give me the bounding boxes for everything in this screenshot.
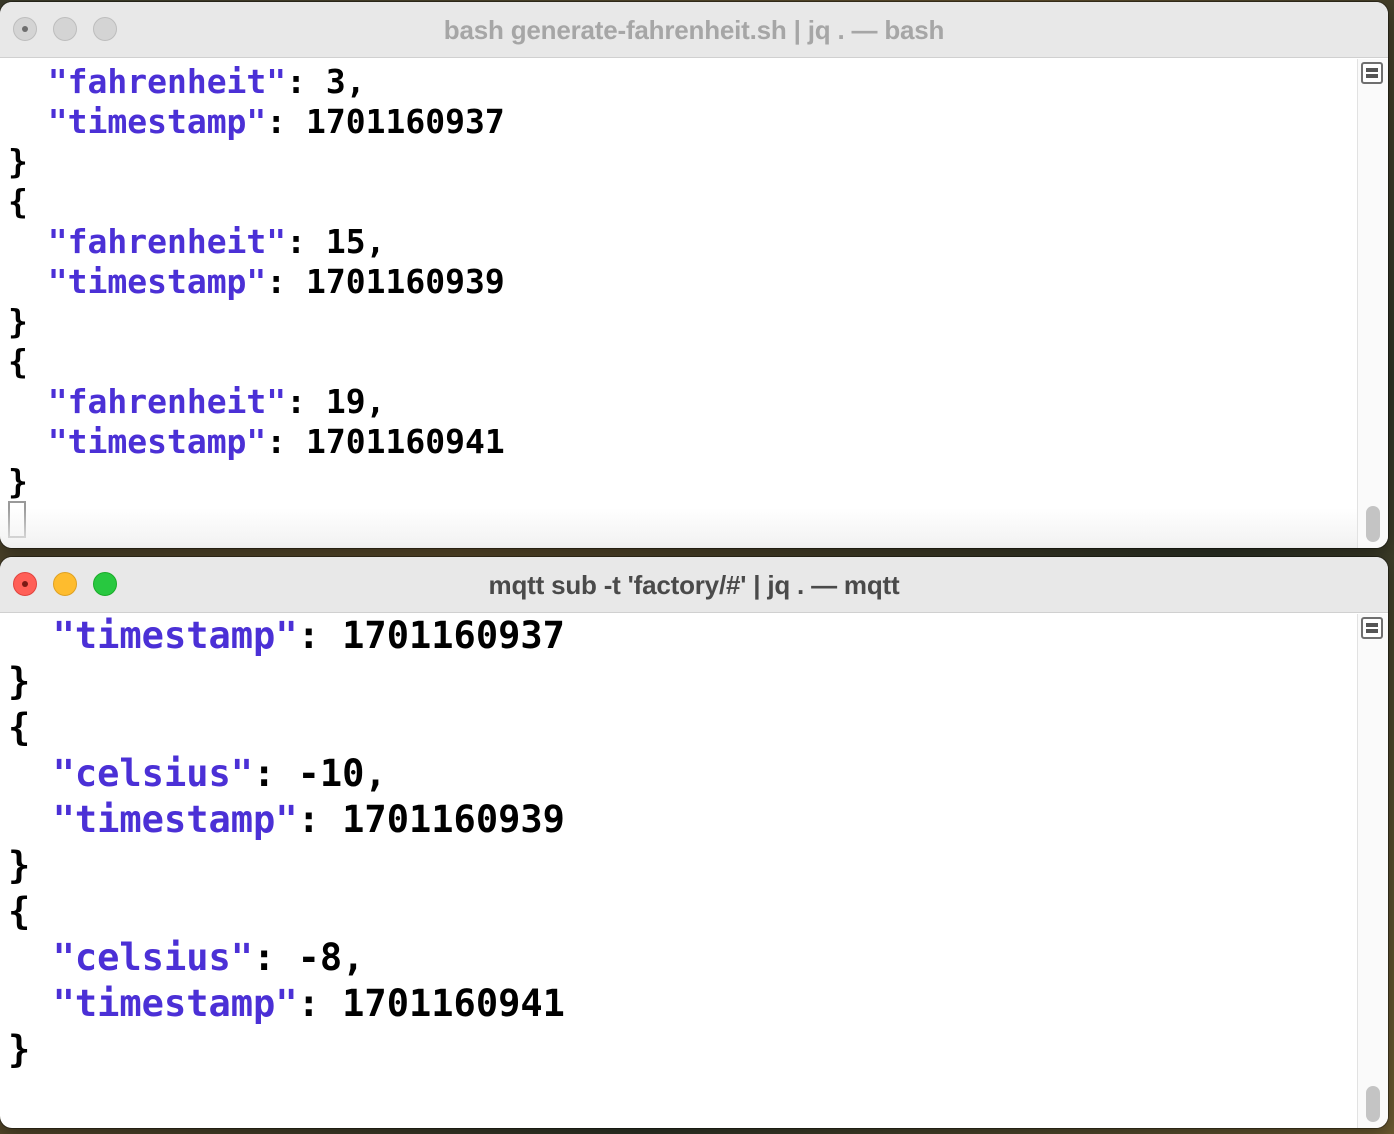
- json-value: }: [8, 844, 31, 887]
- scrollbar-thumb[interactable]: [1366, 1086, 1380, 1122]
- terminal-line: {: [8, 890, 30, 933]
- scroll-fade: [0, 508, 1358, 548]
- json-value: {: [8, 890, 31, 933]
- json-value: }: [8, 142, 28, 181]
- json-value: }: [8, 660, 31, 703]
- terminal-line: "celsius": -8,: [8, 936, 365, 979]
- terminal-window-mqtt[interactable]: mqtt sub -t 'factory/#' | jq . — mqtt } …: [0, 557, 1388, 1128]
- json-value: : 19,: [286, 382, 386, 421]
- terminal-line: }: [8, 660, 30, 703]
- json-key: "timestamp": [47, 262, 267, 301]
- scrollbar[interactable]: [1357, 59, 1388, 548]
- json-key: "timestamp": [52, 614, 298, 657]
- terminal-output[interactable]: } "timestamp": 1701160941 "celsius": -8,…: [0, 614, 1358, 1128]
- json-key: "timestamp": [47, 422, 267, 461]
- terminal-line: {: [8, 182, 28, 221]
- terminal-line: "timestamp": 1701160941: [8, 422, 505, 461]
- terminal-line: "celsius": -10,: [8, 752, 387, 795]
- split-pane-icon[interactable]: [1361, 617, 1383, 639]
- terminal-window-bash[interactable]: bash generate-fahrenheit.sh | jq . — bas…: [0, 2, 1388, 548]
- title-bar[interactable]: bash generate-fahrenheit.sh | jq . — bas…: [0, 2, 1388, 58]
- json-value: {: [8, 182, 28, 221]
- json-key: "timestamp": [52, 982, 298, 1025]
- terminal-line: "timestamp": 1701160939: [8, 798, 565, 841]
- json-key: "timestamp": [52, 798, 298, 841]
- terminal-line: "timestamp": 1701160937: [8, 102, 505, 141]
- json-value: : 1701160939: [297, 798, 565, 841]
- json-value: : 1701160937: [297, 614, 565, 657]
- json-value: {: [8, 706, 31, 749]
- window-title: mqtt sub -t 'factory/#' | jq . — mqtt: [488, 570, 900, 600]
- json-key: "fahrenheit": [47, 222, 287, 261]
- terminal-line: }: [8, 142, 28, 181]
- split-pane-icon[interactable]: [1361, 62, 1383, 84]
- scrollbar[interactable]: [1357, 614, 1388, 1128]
- terminal-output[interactable]: } "timestamp": 1701160941 "fahrenheit": …: [0, 59, 1358, 548]
- terminal-line: "fahrenheit": 19,: [8, 382, 386, 421]
- json-key: "fahrenheit": [47, 62, 287, 101]
- terminal-line: "timestamp": 1701160937: [8, 614, 565, 657]
- terminal-line: {: [8, 706, 30, 749]
- terminal-line: {: [8, 342, 28, 381]
- scrollbar-thumb[interactable]: [1366, 506, 1380, 542]
- title-bar[interactable]: mqtt sub -t 'factory/#' | jq . — mqtt: [0, 557, 1388, 613]
- terminal-line: }: [8, 302, 28, 341]
- json-value: : 1701160941: [297, 982, 565, 1025]
- json-key: "fahrenheit": [47, 382, 287, 421]
- json-value: }: [8, 302, 28, 341]
- window-title: bash generate-fahrenheit.sh | jq . — bas…: [443, 15, 945, 45]
- json-key: "timestamp": [47, 102, 267, 141]
- json-value: : 1701160937: [266, 102, 505, 141]
- terminal-line: }: [8, 844, 30, 887]
- json-value: : 1701160941: [266, 422, 505, 461]
- terminal-line: "fahrenheit": 3,: [8, 62, 366, 101]
- terminal-line: }: [8, 1028, 30, 1071]
- json-value: : 3,: [286, 62, 366, 101]
- json-key: "celsius": [52, 936, 254, 979]
- terminal-line: "fahrenheit": 15,: [8, 222, 386, 261]
- terminal-line: }: [8, 462, 28, 501]
- json-value: : -10,: [253, 752, 387, 795]
- json-value: {: [8, 342, 28, 381]
- json-value: }: [8, 1028, 31, 1071]
- json-value: : 15,: [286, 222, 386, 261]
- json-value: }: [8, 462, 28, 501]
- json-value: : 1701160939: [266, 262, 505, 301]
- json-value: : -8,: [253, 936, 365, 979]
- terminal-line: "timestamp": 1701160941: [8, 982, 565, 1025]
- json-key: "celsius": [52, 752, 254, 795]
- terminal-line: "timestamp": 1701160939: [8, 262, 505, 301]
